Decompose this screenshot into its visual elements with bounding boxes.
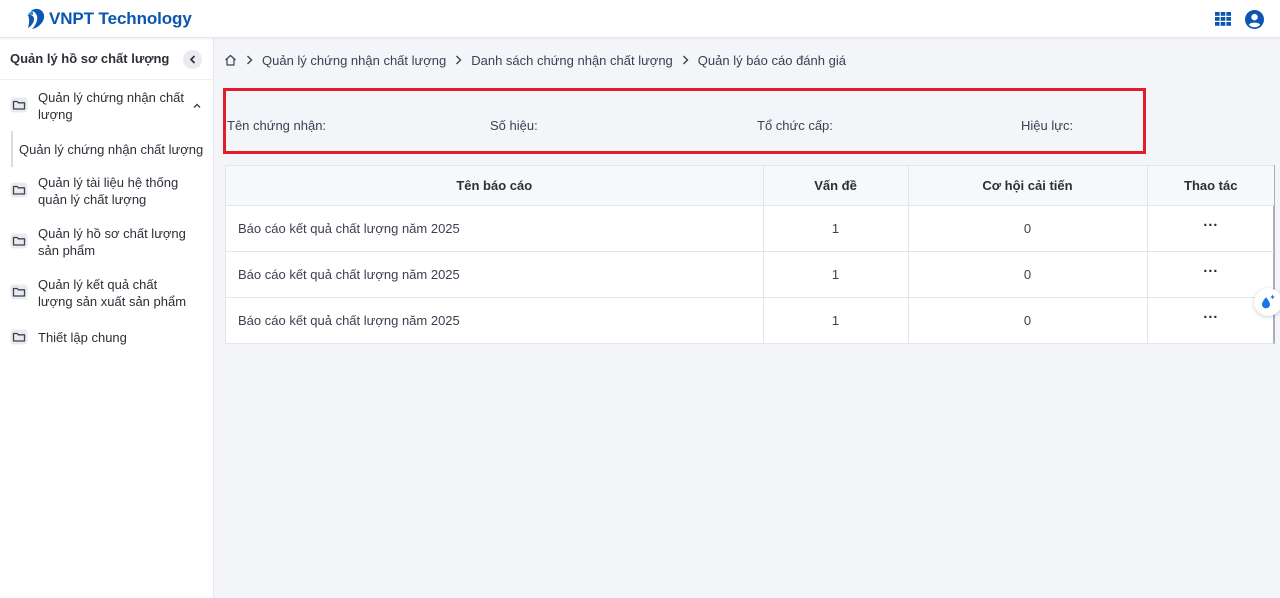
sidebar-item-general-settings[interactable]: Thiết lập chung — [0, 327, 213, 349]
top-header: VNPT Technology — [0, 0, 1280, 38]
report-name-cell: Báo cáo kết quả chất lượng năm 2025 — [226, 205, 764, 252]
actions-cell: ··· — [1147, 251, 1274, 298]
sidebar-title: Quản lý hồ sơ chất lượng — [10, 51, 170, 66]
sidebar-item-label: Quản lý hồ sơ chất lượng sản phẩm — [38, 226, 186, 258]
sidebar-subitem-label: Quản lý chứng nhận chất lượng — [19, 141, 204, 157]
home-icon[interactable] — [224, 54, 237, 66]
breadcrumb-certificate-list[interactable]: Danh sách chứng nhận chất lượng — [471, 53, 673, 68]
table-row[interactable]: Báo cáo kết quả chất lượng năm 2025 1 0 … — [226, 251, 1274, 298]
issues-cell: 1 — [763, 251, 909, 298]
actions-cell: ··· — [1147, 205, 1274, 252]
chevron-up-icon — [193, 103, 201, 108]
column-header-improvement-opportunities[interactable]: Cơ hội cải tiến — [908, 166, 1148, 206]
column-header-issues[interactable]: Vấn đề — [763, 166, 909, 206]
folder-icon — [10, 97, 28, 113]
breadcrumb: Quản lý chứng nhận chất lượng Danh sách … — [224, 51, 846, 69]
opportunities-cell: 0 — [908, 297, 1148, 343]
more-actions-icon[interactable]: ··· — [1203, 264, 1218, 279]
certificate-name-label: Tên chứng nhận: — [227, 118, 327, 133]
issuing-organization-label: Tổ chức cấp: — [757, 118, 833, 133]
assistant-floating-button[interactable] — [1254, 288, 1280, 316]
certificate-number-label: Số hiệu: — [490, 118, 538, 133]
apps-grid-icon[interactable] — [1215, 12, 1231, 26]
folder-icon — [10, 329, 28, 345]
issues-cell: 1 — [763, 297, 909, 343]
report-name-cell: Báo cáo kết quả chất lượng năm 2025 — [226, 251, 764, 298]
issues-cell: 1 — [763, 205, 909, 252]
reports-table: Tên báo cáo Vấn đề Cơ hội cải tiến Thao … — [225, 165, 1275, 344]
more-actions-icon[interactable]: ··· — [1203, 218, 1218, 233]
certificate-info-panel: Tên chứng nhận: Số hiệu: Tổ chức cấp: Hi… — [223, 88, 1146, 154]
folder-icon — [10, 284, 28, 300]
column-header-actions: Thao tác — [1147, 166, 1274, 206]
opportunities-cell: 0 — [908, 205, 1148, 252]
breadcrumb-quality-certificates[interactable]: Quản lý chứng nhận chất lượng — [262, 53, 446, 68]
chevron-left-icon — [189, 55, 195, 64]
sidebar-subitem-quality-certificates[interactable]: Quản lý chứng nhận chất lượng — [11, 131, 213, 167]
sidebar: Quản lý hồ sơ chất lượng Quản lý chứng n… — [0, 38, 214, 598]
user-account-icon[interactable] — [1245, 9, 1264, 29]
sidebar-item-label: Thiết lập chung — [38, 330, 127, 345]
report-name-cell: Báo cáo kết quả chất lượng năm 2025 — [226, 297, 764, 343]
validity-label: Hiệu lực: — [1021, 118, 1074, 133]
brand-logo[interactable]: VNPT Technology — [26, 8, 192, 30]
main-content: Quản lý chứng nhận chất lượng Danh sách … — [214, 38, 1280, 598]
sidebar-item-production-quality-results[interactable]: Quản lý kết quả chất lượng sản xuất sản … — [0, 276, 213, 316]
sidebar-item-quality-system-documents[interactable]: Quản lý tài liệu hệ thống quản lý chất l… — [0, 174, 213, 214]
collapse-sidebar-button[interactable] — [183, 50, 202, 69]
brand-name: VNPT Technology — [49, 8, 192, 28]
table-row[interactable]: Báo cáo kết quả chất lượng năm 2025 1 0 … — [226, 205, 1274, 252]
water-drop-sparkle-icon — [1262, 294, 1275, 309]
sidebar-item-label: Quản lý kết quả chất lượng sản xuất sản … — [38, 277, 187, 309]
sidebar-item-product-quality-records[interactable]: Quản lý hồ sơ chất lượng sản phẩm — [0, 225, 213, 265]
folder-icon — [10, 182, 28, 198]
folder-icon — [10, 233, 28, 249]
table-row[interactable]: Báo cáo kết quả chất lượng năm 2025 1 0 … — [226, 297, 1274, 343]
sidebar-header: Quản lý hồ sơ chất lượng — [0, 38, 213, 80]
column-header-report-name[interactable]: Tên báo cáo — [226, 166, 764, 206]
sidebar-item-quality-certificates[interactable]: Quản lý chứng nhận chất lượng — [0, 88, 213, 128]
vnpt-logo-icon — [27, 8, 45, 29]
sidebar-item-label: Quản lý chứng nhận chất lượng — [38, 90, 185, 122]
sidebar-item-label: Quản lý tài liệu hệ thống quản lý chất l… — [38, 175, 179, 207]
breadcrumb-evaluation-reports: Quản lý báo cáo đánh giá — [697, 52, 846, 68]
chevron-right-icon — [682, 55, 689, 65]
chevron-right-icon — [246, 55, 253, 65]
table-header-row: Tên báo cáo Vấn đề Cơ hội cải tiến Thao … — [226, 166, 1274, 206]
chevron-right-icon — [455, 55, 462, 65]
more-actions-icon[interactable]: ··· — [1203, 310, 1218, 325]
opportunities-cell: 0 — [908, 251, 1148, 298]
